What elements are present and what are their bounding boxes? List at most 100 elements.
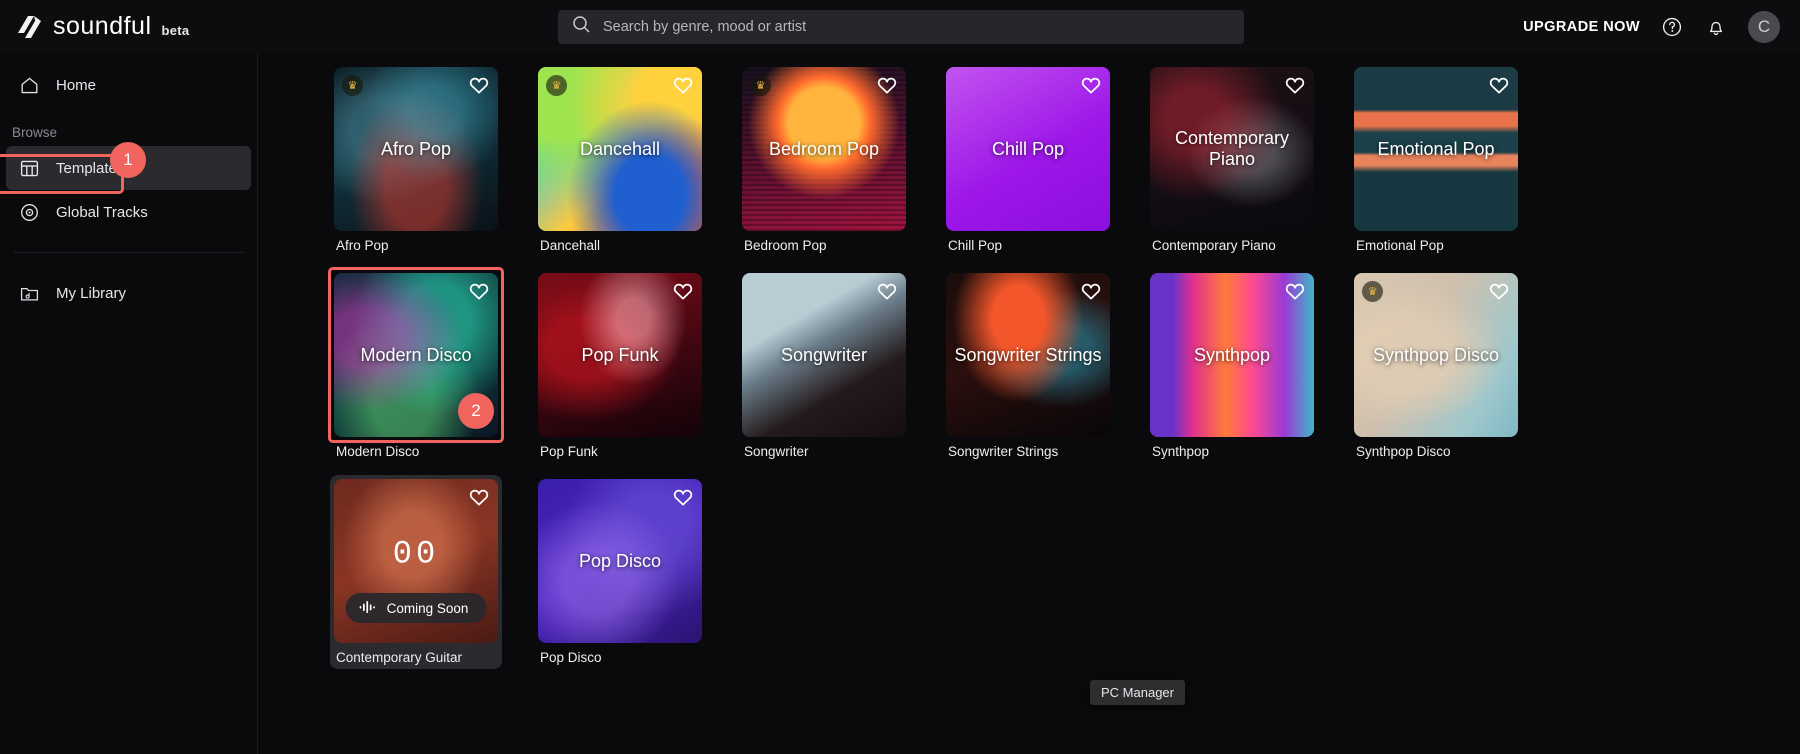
card-thumbnail: Chill Pop xyxy=(946,67,1110,231)
folder-music-icon xyxy=(18,282,40,304)
waveform-icon xyxy=(359,600,378,617)
favorite-heart-icon[interactable] xyxy=(876,74,898,96)
card-label: Pop Funk xyxy=(540,444,598,459)
card-chill-pop[interactable]: Chill Pop Chill Pop xyxy=(942,63,1114,257)
card-contemporary-guitar[interactable]: 00 Coming Soon Contemporary Guitar xyxy=(330,475,502,669)
card-label: Songwriter Strings xyxy=(948,444,1059,459)
card-emotional-pop[interactable]: Emotional Pop Emotional Pop xyxy=(1350,63,1522,257)
card-thumbnail: Pop Disco xyxy=(538,479,702,643)
card-pop-funk[interactable]: Pop Funk Pop Funk xyxy=(534,269,706,463)
card-thumbnail: ♛ Bedroom Pop xyxy=(742,67,906,231)
card-thumbnail: Emotional Pop xyxy=(1354,67,1518,231)
card-thumbnail: Songwriter xyxy=(742,273,906,437)
favorite-heart-icon[interactable] xyxy=(468,486,490,508)
favorite-heart-icon[interactable] xyxy=(468,74,490,96)
card-overlay-title: Contemporary Piano xyxy=(1174,128,1290,169)
favorite-heart-icon[interactable] xyxy=(468,280,490,302)
search-input[interactable] xyxy=(603,18,1230,35)
card-songwriter[interactable]: Songwriter Songwriter xyxy=(738,269,910,463)
card-overlay-title: Chill Pop xyxy=(991,138,1065,159)
card-synthpop[interactable]: Synthpop Synthpop xyxy=(1146,269,1318,463)
top-bar: soundful beta UPGRADE NOW xyxy=(0,0,1800,53)
sidebar-divider xyxy=(14,252,243,253)
search-bar xyxy=(558,9,1244,44)
home-icon xyxy=(18,74,40,96)
card-thumbnail: ♛ Afro Pop xyxy=(334,67,498,231)
card-label: Dancehall xyxy=(540,238,601,253)
card-overlay-title: Synthpop xyxy=(1193,344,1271,365)
card-overlay-title: Pop Disco xyxy=(578,550,662,571)
card-overlay-title: Synthpop Disco xyxy=(1372,344,1500,365)
top-bar-actions: UPGRADE NOW C xyxy=(1523,10,1800,43)
sidebar-item-global-tracks-label: Global Tracks xyxy=(56,203,148,221)
coming-soon-label: Coming Soon xyxy=(386,600,469,616)
favorite-heart-icon[interactable] xyxy=(1488,74,1510,96)
annotation-badge-2: 2 xyxy=(458,393,494,429)
coming-soon-counter: 00 xyxy=(392,535,440,573)
favorite-heart-icon[interactable] xyxy=(1080,280,1102,302)
favorite-heart-icon[interactable] xyxy=(1284,74,1306,96)
card-overlay-title: Songwriter Strings xyxy=(954,344,1102,365)
card-label: Synthpop Disco xyxy=(1356,444,1451,459)
search-field-container[interactable] xyxy=(558,9,1244,44)
card-label: Chill Pop xyxy=(948,238,1003,253)
brand-logo[interactable]: soundful beta xyxy=(0,12,258,42)
main-content: ♛ Afro Pop Afro Pop ♛ Dancehall Dancehal… xyxy=(258,53,1800,754)
card-label: Contemporary Piano xyxy=(1152,238,1276,253)
card-overlay-title: Dancehall xyxy=(579,138,661,159)
card-thumbnail: Songwriter Strings xyxy=(946,273,1110,437)
card-label: Emotional Pop xyxy=(1356,238,1444,253)
card-overlay-title: Pop Funk xyxy=(581,344,659,365)
favorite-heart-icon[interactable] xyxy=(672,486,694,508)
avatar[interactable]: C xyxy=(1748,10,1780,43)
card-overlay-title: Songwriter xyxy=(780,344,868,365)
card-bedroom-pop[interactable]: ♛ Bedroom Pop Bedroom Pop xyxy=(738,63,910,257)
favorite-heart-icon[interactable] xyxy=(876,280,898,302)
premium-crown-icon: ♛ xyxy=(750,75,771,96)
brand-name: soundful xyxy=(53,12,152,40)
favorite-heart-icon[interactable] xyxy=(672,280,694,302)
card-label: Afro Pop xyxy=(336,238,389,253)
card-label: Synthpop xyxy=(1152,444,1210,459)
sidebar-item-home[interactable]: Home xyxy=(6,63,251,107)
card-modern-disco[interactable]: Modern Disco Modern Disco 2 xyxy=(328,267,504,463)
card-label: Modern Disco xyxy=(336,444,420,459)
brand-beta-tag: beta xyxy=(161,23,190,38)
pc-manager-tooltip: PC Manager xyxy=(1090,680,1185,705)
card-dancehall[interactable]: ♛ Dancehall Dancehall xyxy=(534,63,706,257)
card-overlay-title: Modern Disco xyxy=(360,344,472,365)
card-thumbnail: ♛ Dancehall xyxy=(538,67,702,231)
card-label: Contemporary Guitar xyxy=(336,650,463,665)
card-thumbnail: ♛ Synthpop Disco xyxy=(1354,273,1518,437)
premium-crown-icon: ♛ xyxy=(1362,281,1383,302)
card-thumbnail: Pop Funk xyxy=(538,273,702,437)
favorite-heart-icon[interactable] xyxy=(1080,74,1102,96)
card-thumbnail: Synthpop xyxy=(1150,273,1314,437)
sidebar-item-my-library-label: My Library xyxy=(56,284,127,302)
body: Home Browse Templates Global Tracks My L… xyxy=(0,53,1800,754)
card-label: Songwriter xyxy=(744,444,809,459)
sidebar-item-my-library[interactable]: My Library xyxy=(6,271,251,315)
card-overlay-title: Bedroom Pop xyxy=(768,138,880,159)
favorite-heart-icon[interactable] xyxy=(1284,280,1306,302)
favorite-heart-icon[interactable] xyxy=(672,74,694,96)
disc-icon xyxy=(18,201,40,223)
coming-soon-badge: Coming Soon xyxy=(345,593,487,623)
upgrade-now-button[interactable]: UPGRADE NOW xyxy=(1523,19,1640,35)
sidebar-section-browse: Browse xyxy=(12,125,58,140)
card-synthpop-disco[interactable]: ♛ Synthpop Disco Synthpop Disco xyxy=(1350,269,1522,463)
card-contemporary-piano[interactable]: Contemporary Piano Contemporary Piano xyxy=(1146,63,1318,257)
card-pop-disco[interactable]: Pop Disco Pop Disco xyxy=(534,475,706,669)
sidebar: Home Browse Templates Global Tracks My L… xyxy=(0,53,258,754)
bell-icon[interactable] xyxy=(1704,15,1728,39)
card-thumbnail: 00 Coming Soon xyxy=(334,479,498,643)
card-afro-pop[interactable]: ♛ Afro Pop Afro Pop xyxy=(330,63,502,257)
templates-grid-icon xyxy=(18,157,40,179)
premium-crown-icon: ♛ xyxy=(342,75,363,96)
premium-crown-icon: ♛ xyxy=(546,75,567,96)
help-circle-icon[interactable] xyxy=(1660,15,1684,39)
card-songwriter-strings[interactable]: Songwriter Strings Songwriter Strings xyxy=(942,269,1114,463)
sidebar-item-global-tracks[interactable]: Global Tracks xyxy=(6,190,251,234)
favorite-heart-icon[interactable] xyxy=(1488,280,1510,302)
search-icon xyxy=(572,15,591,39)
